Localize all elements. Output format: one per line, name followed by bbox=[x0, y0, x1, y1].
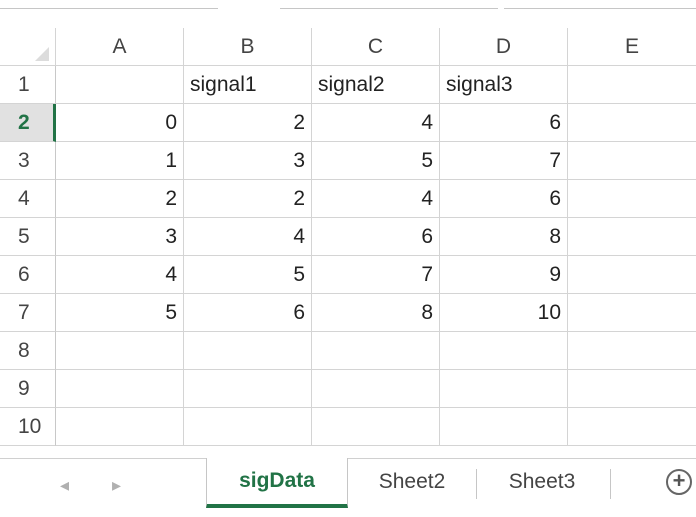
cell-d9[interactable] bbox=[440, 370, 568, 408]
table-row: 20246 bbox=[0, 104, 696, 142]
cell-a2[interactable]: 0 bbox=[56, 104, 184, 142]
cell-c4[interactable]: 4 bbox=[312, 180, 440, 218]
select-all-triangle-icon bbox=[35, 47, 49, 61]
cell-d7[interactable]: 10 bbox=[440, 294, 568, 332]
cell-d6[interactable]: 9 bbox=[440, 256, 568, 294]
table-row: 42246 bbox=[0, 180, 696, 218]
cell-a9[interactable] bbox=[56, 370, 184, 408]
cell-e10[interactable] bbox=[568, 408, 696, 446]
table-row: 64579 bbox=[0, 256, 696, 294]
cell-b8[interactable] bbox=[184, 332, 312, 370]
cell-a7[interactable]: 5 bbox=[56, 294, 184, 332]
sheet-tab-bar: ◂ ▸ sigData Sheet2 Sheet3 + bbox=[0, 458, 696, 517]
column-header-e[interactable]: E bbox=[568, 28, 696, 66]
cell-d2[interactable]: 6 bbox=[440, 104, 568, 142]
add-sheet-icon[interactable]: + bbox=[666, 469, 692, 495]
cell-e1[interactable] bbox=[568, 66, 696, 104]
cell-b9[interactable] bbox=[184, 370, 312, 408]
cell-e8[interactable] bbox=[568, 332, 696, 370]
cell-e9[interactable] bbox=[568, 370, 696, 408]
cell-d1[interactable]: signal3 bbox=[440, 66, 568, 104]
tab-divider bbox=[610, 469, 611, 499]
table-row: 1 signal1 signal2 signal3 bbox=[0, 66, 696, 104]
table-row: 9 bbox=[0, 370, 696, 408]
cell-a10[interactable] bbox=[56, 408, 184, 446]
column-header-c[interactable]: C bbox=[312, 28, 440, 66]
cell-a8[interactable] bbox=[56, 332, 184, 370]
table-row: 10 bbox=[0, 408, 696, 446]
cell-a1[interactable] bbox=[56, 66, 184, 104]
tab-sheet3[interactable]: Sheet3 bbox=[480, 459, 604, 507]
table-row: 7 5 6 8 10 bbox=[0, 294, 696, 332]
cell-a3[interactable]: 1 bbox=[56, 142, 184, 180]
cell-c9[interactable] bbox=[312, 370, 440, 408]
column-header-d[interactable]: D bbox=[440, 28, 568, 66]
cell-e5[interactable] bbox=[568, 218, 696, 256]
cell-b7[interactable]: 6 bbox=[184, 294, 312, 332]
cell-d8[interactable] bbox=[440, 332, 568, 370]
cell-c2[interactable]: 4 bbox=[312, 104, 440, 142]
cell-a5[interactable]: 3 bbox=[56, 218, 184, 256]
cell-b5[interactable]: 4 bbox=[184, 218, 312, 256]
table-row: 53468 bbox=[0, 218, 696, 256]
formula-bar-remnant bbox=[0, 0, 696, 28]
tab-divider bbox=[476, 469, 477, 499]
cell-b10[interactable] bbox=[184, 408, 312, 446]
cell-c8[interactable] bbox=[312, 332, 440, 370]
row-header[interactable]: 7 bbox=[0, 294, 56, 332]
cell-e4[interactable] bbox=[568, 180, 696, 218]
row-header[interactable]: 10 bbox=[0, 408, 56, 446]
row-header[interactable]: 2 bbox=[0, 104, 56, 142]
table-row: 8 bbox=[0, 332, 696, 370]
cell-c1[interactable]: signal2 bbox=[312, 66, 440, 104]
cell-d4[interactable]: 6 bbox=[440, 180, 568, 218]
cell-a4[interactable]: 2 bbox=[56, 180, 184, 218]
column-header-b[interactable]: B bbox=[184, 28, 312, 66]
cell-c3[interactable]: 5 bbox=[312, 142, 440, 180]
row-header[interactable]: 8 bbox=[0, 332, 56, 370]
cell-b2[interactable]: 2 bbox=[184, 104, 312, 142]
cell-d10[interactable] bbox=[440, 408, 568, 446]
cell-b6[interactable]: 5 bbox=[184, 256, 312, 294]
row-header[interactable]: 9 bbox=[0, 370, 56, 408]
cell-e3[interactable] bbox=[568, 142, 696, 180]
select-all-corner[interactable] bbox=[0, 28, 56, 66]
tab-sheet2[interactable]: Sheet2 bbox=[352, 459, 472, 507]
row-header[interactable]: 4 bbox=[0, 180, 56, 218]
tab-sigdata[interactable]: sigData bbox=[206, 458, 348, 508]
cell-c6[interactable]: 7 bbox=[312, 256, 440, 294]
cell-e2[interactable] bbox=[568, 104, 696, 142]
column-header-a[interactable]: A bbox=[56, 28, 184, 66]
cell-b4[interactable]: 2 bbox=[184, 180, 312, 218]
cell-e6[interactable] bbox=[568, 256, 696, 294]
scroll-tabs-left-icon[interactable]: ◂ bbox=[60, 475, 69, 496]
column-header-row: A B C D E bbox=[0, 28, 696, 66]
table-row: 31357 bbox=[0, 142, 696, 180]
cell-c10[interactable] bbox=[312, 408, 440, 446]
cell-a6[interactable]: 4 bbox=[56, 256, 184, 294]
row-header[interactable]: 5 bbox=[0, 218, 56, 256]
cell-b3[interactable]: 3 bbox=[184, 142, 312, 180]
row-header[interactable]: 6 bbox=[0, 256, 56, 294]
cell-d5[interactable]: 8 bbox=[440, 218, 568, 256]
cell-d3[interactable]: 7 bbox=[440, 142, 568, 180]
row-header[interactable]: 1 bbox=[0, 66, 56, 104]
cell-c7[interactable]: 8 bbox=[312, 294, 440, 332]
cell-e7[interactable] bbox=[568, 294, 696, 332]
cell-c5[interactable]: 6 bbox=[312, 218, 440, 256]
cell-b1[interactable]: signal1 bbox=[184, 66, 312, 104]
scroll-tabs-right-icon[interactable]: ▸ bbox=[112, 475, 121, 496]
row-header[interactable]: 3 bbox=[0, 142, 56, 180]
